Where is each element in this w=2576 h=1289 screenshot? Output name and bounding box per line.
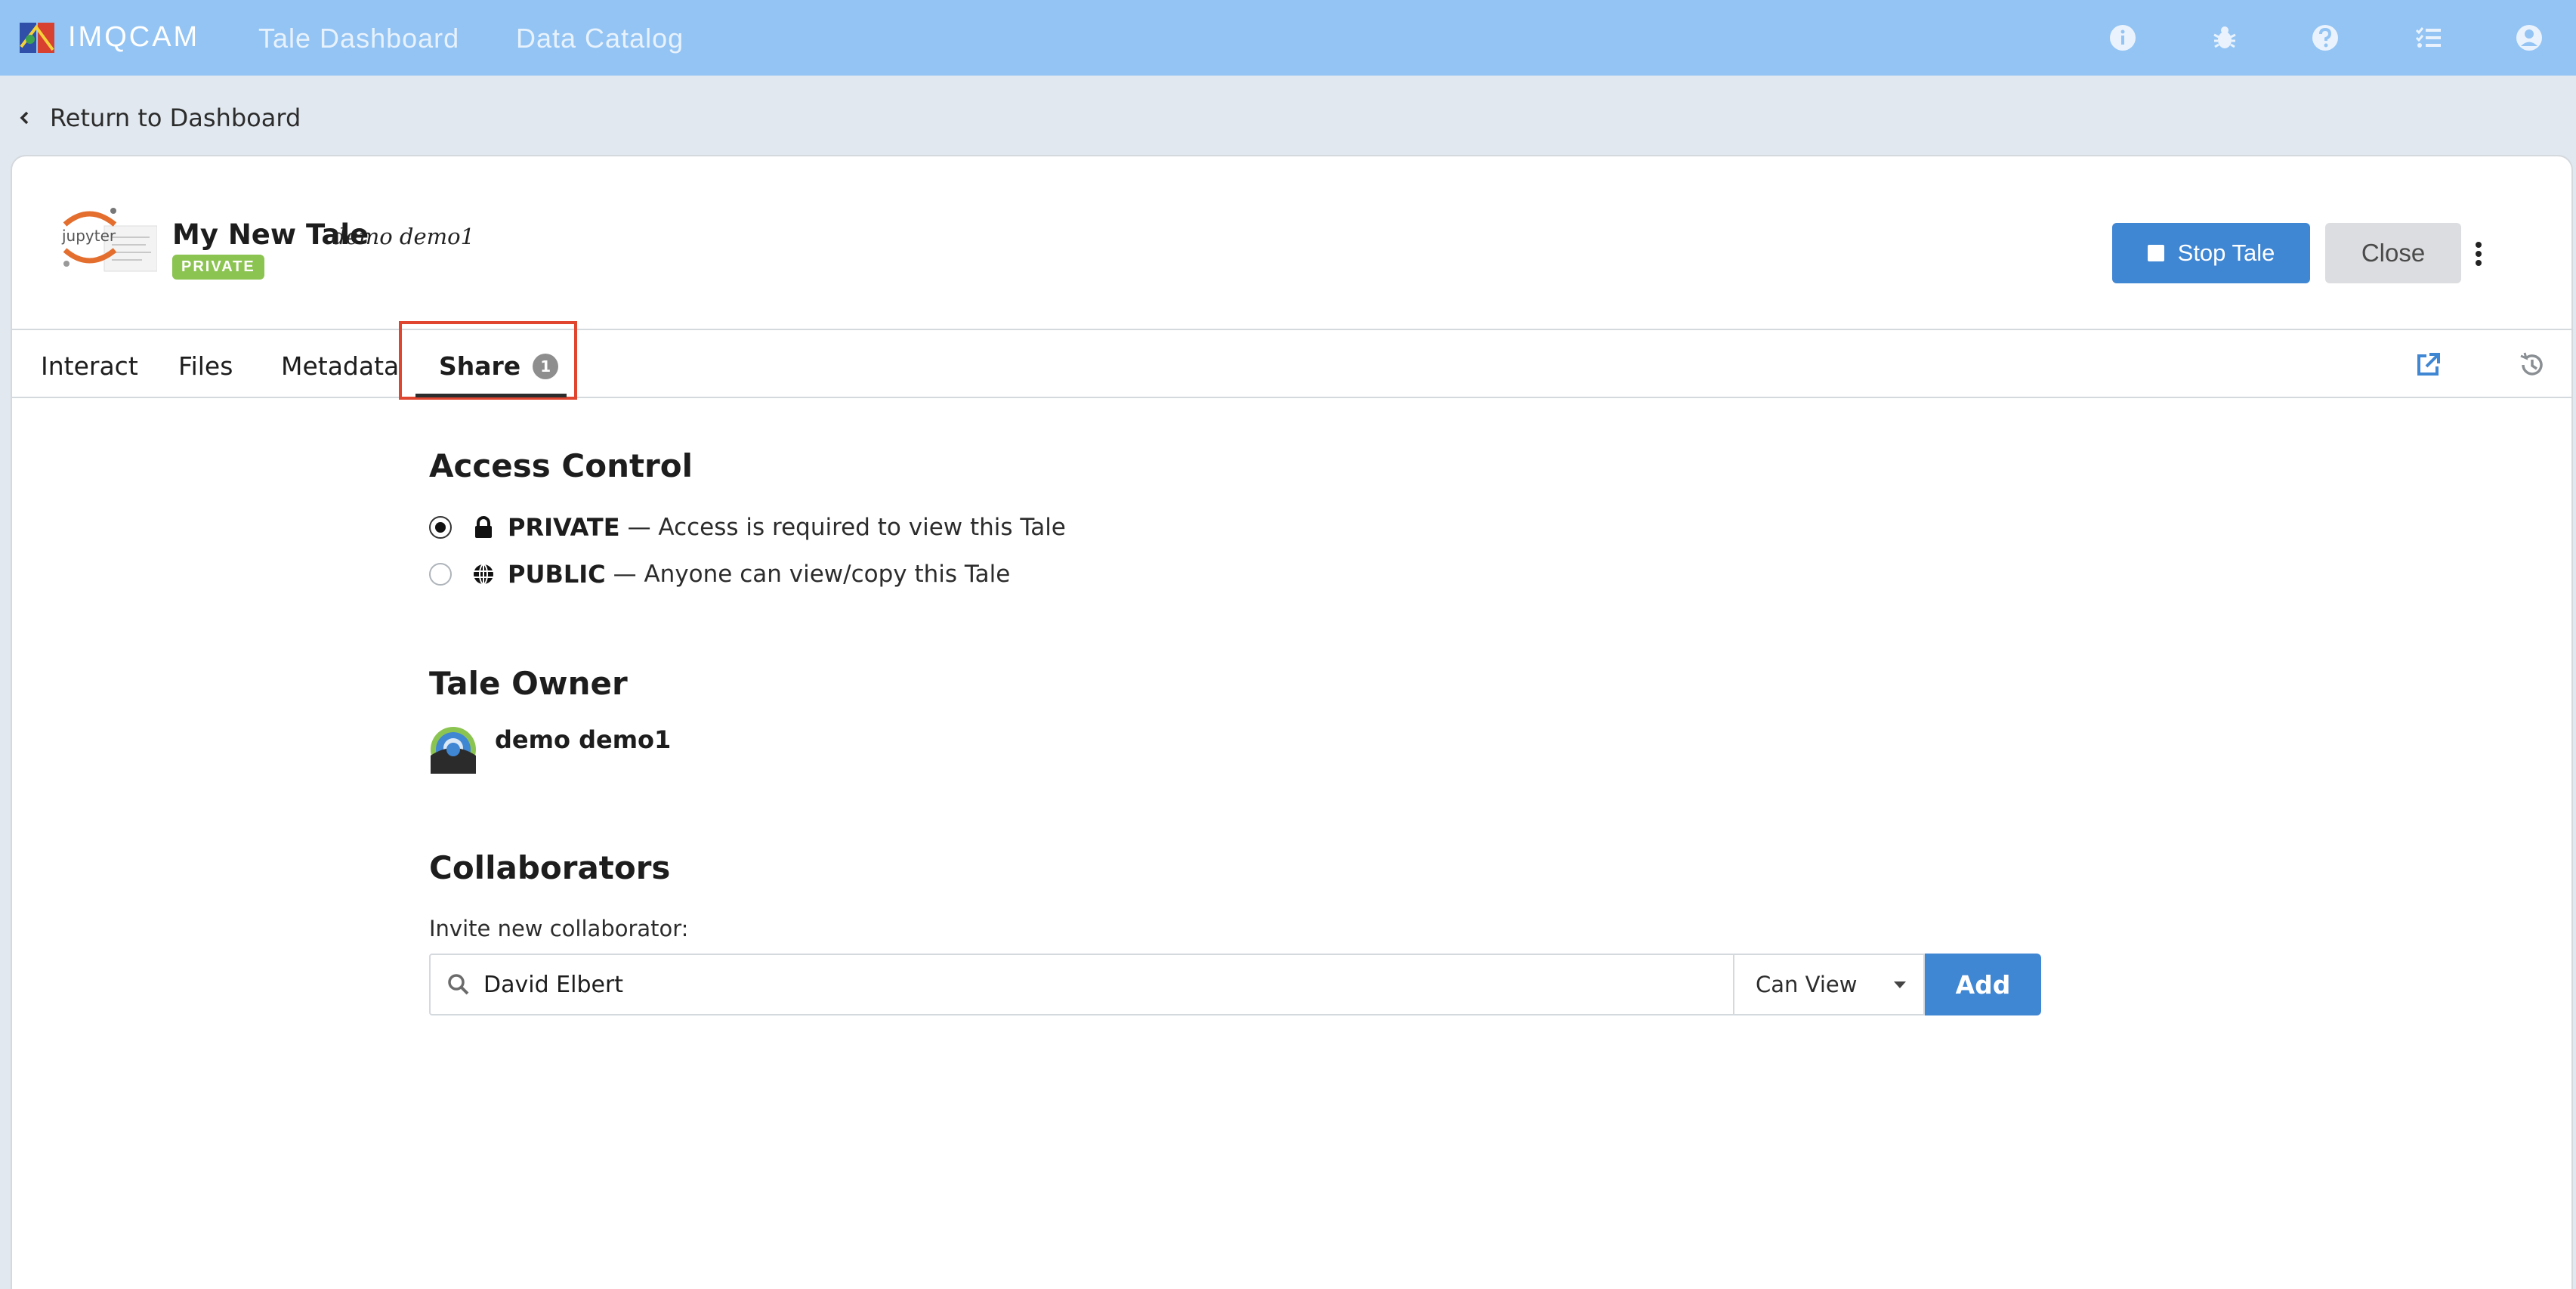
stop-tale-button[interactable]: Stop Tale — [2112, 223, 2310, 283]
tab-share[interactable]: Share 1 — [439, 351, 559, 381]
globe-icon — [474, 564, 493, 585]
public-radio[interactable] — [429, 563, 452, 586]
access-public-option[interactable]: PUBLIC — Anyone can view/copy this Tale — [429, 558, 1010, 591]
tale-owner-heading: Tale Owner — [429, 665, 628, 702]
add-collaborator-button[interactable]: Add — [1925, 954, 2041, 1015]
tale-card: jupyter My New Tale demo demo1 PRIVATE S… — [11, 155, 2573, 1289]
close-button[interactable]: Close — [2325, 223, 2461, 283]
more-options-icon[interactable] — [2473, 241, 2484, 267]
access-control-heading: Access Control — [429, 447, 693, 484]
tab-share-label: Share — [439, 351, 521, 381]
caret-down-icon — [1894, 981, 1906, 988]
external-link-icon[interactable] — [2413, 350, 2443, 380]
tale-author: demo demo1 — [332, 224, 475, 249]
nav-tale-dashboard[interactable]: Tale Dashboard — [258, 23, 459, 54]
return-link-label: Return to Dashboard — [50, 104, 301, 132]
info-icon[interactable] — [2108, 23, 2138, 53]
private-option-desc: — Access is required to view this Tale — [627, 514, 1066, 541]
search-icon — [448, 974, 469, 995]
share-count-badge: 1 — [533, 353, 559, 379]
active-tab-underline — [415, 394, 567, 397]
visibility-badge: PRIVATE — [172, 255, 264, 280]
collaborator-search-box — [429, 954, 1734, 1015]
brand-name[interactable]: IMQCAM — [68, 21, 199, 54]
private-option-name: PRIVATE — [508, 513, 620, 542]
close-label: Close — [2361, 239, 2426, 267]
public-option-name: PUBLIC — [508, 560, 606, 589]
user-icon[interactable] — [2514, 23, 2544, 53]
tab-metadata[interactable]: Metadata — [281, 351, 399, 381]
collaborator-search-input[interactable] — [483, 971, 1692, 998]
tab-interact[interactable]: Interact — [41, 351, 138, 381]
bug-icon[interactable] — [2210, 23, 2240, 53]
help-icon[interactable] — [2310, 23, 2340, 53]
nasa-logo-icon[interactable] — [17, 17, 59, 59]
access-private-option[interactable]: PRIVATE — Access is required to view thi… — [429, 511, 1066, 544]
permission-value: Can View — [1756, 972, 1858, 997]
invite-collaborator-label: Invite new collaborator: — [429, 916, 689, 941]
tasks-icon[interactable] — [2414, 23, 2444, 53]
permission-dropdown[interactable]: Can View — [1734, 954, 1925, 1015]
private-radio[interactable] — [429, 516, 452, 539]
add-button-label: Add — [1955, 969, 2011, 1000]
nav-data-catalog[interactable]: Data Catalog — [516, 23, 684, 54]
history-icon[interactable] — [2517, 350, 2547, 380]
jupyter-logo-icon: jupyter — [61, 208, 157, 272]
svg-text:jupyter: jupyter — [61, 227, 116, 245]
tale-tabs: Interact Files Metadata Share 1 — [12, 321, 2571, 400]
return-to-dashboard-link[interactable]: Return to Dashboard — [17, 102, 301, 134]
lock-icon — [475, 516, 492, 538]
stop-tale-label: Stop Tale — [2177, 240, 2275, 266]
owner-name: demo demo1 — [495, 725, 672, 754]
collaborators-heading: Collaborators — [429, 849, 671, 886]
tab-files[interactable]: Files — [178, 351, 233, 381]
public-option-desc: — Anyone can view/copy this Tale — [613, 561, 1011, 588]
top-navbar: IMQCAM Tale Dashboard Data Catalog — [0, 0, 2576, 76]
stop-icon — [2147, 245, 2164, 261]
owner-avatar — [431, 727, 476, 774]
chevron-left-icon — [20, 111, 29, 125]
